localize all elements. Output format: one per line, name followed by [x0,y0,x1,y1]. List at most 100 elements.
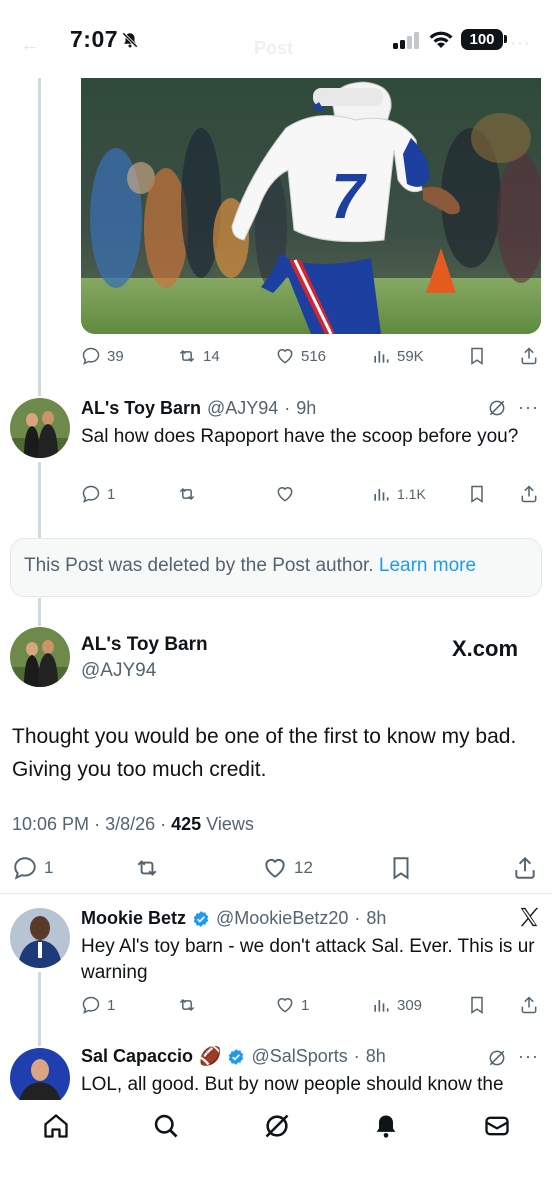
deleted-notice-text: This Post was deleted by the Post author… [24,555,374,576]
reply-count: 39 [107,347,124,365]
like-count: 1 [301,996,310,1014]
thread-line [38,78,41,396]
like-icon [277,487,293,502]
reply1-display-name[interactable]: AL's Toy Barn [81,398,201,419]
repost-count: 14 [203,347,220,365]
verified-icon [193,910,209,927]
reply-icon [82,485,100,503]
thread-line [38,972,41,1046]
bottom-nav [0,1100,552,1200]
bookmark-button[interactable] [388,853,414,883]
main-post-meta: 10:06 PM · 3/8/26 · 425 Views [12,814,254,835]
thread-line [38,462,41,540]
bell-off-icon [122,32,138,48]
messages-icon[interactable] [483,1112,511,1140]
share-button[interactable] [519,481,539,507]
battery-icon: 100 [461,29,503,50]
views-icon [374,1000,389,1012]
more-icon[interactable]: ··· [518,397,539,418]
repost-button[interactable] [177,481,197,507]
divider [0,893,552,894]
reply2-display-name[interactable]: Mookie Betz [81,908,186,929]
notifications-icon[interactable] [372,1112,400,1140]
bookmark-button[interactable] [467,343,487,369]
reply-count: 1 [107,485,116,503]
post-photo-football-player[interactable]: 7 [81,78,541,334]
views-button[interactable]: 309 [371,992,422,1018]
like-button[interactable]: 12 [262,853,313,883]
avatar-als-toy-barn[interactable] [10,398,70,458]
signal-icon [393,32,421,49]
main-post-display-name[interactable]: AL's Toy Barn [81,634,208,656]
search-icon[interactable] [152,1112,180,1140]
grok-nav-icon[interactable] [263,1112,291,1140]
reply-icon [14,857,36,880]
reply1-handle[interactable]: @AJY94 [207,398,278,419]
avatar-mookie-betz[interactable] [10,908,70,968]
like-button[interactable]: 516 [275,343,326,369]
share-button[interactable] [512,853,538,883]
main-post-handle[interactable]: @AJY94 [81,660,156,682]
status-time: 7:07 [70,26,119,52]
back-arrow-icon[interactable]: ← [20,34,40,57]
share-icon [521,347,537,365]
thread-line [38,598,41,626]
repost-button[interactable]: 14 [177,343,220,369]
share-icon [521,996,537,1014]
views-button[interactable]: 59K [371,343,424,369]
reply-button[interactable]: 1 [81,992,115,1018]
like-button[interactable]: 1 [275,992,309,1018]
reply-button[interactable]: 1 [12,853,53,883]
faint-more-icon[interactable]: ··· [510,32,530,55]
deleted-post-notice: This Post was deleted by the Post author… [10,538,542,597]
repost-button[interactable] [177,992,197,1018]
avatar-als-toy-barn[interactable] [10,627,70,687]
share-icon [515,856,535,879]
reply-count: 1 [107,996,116,1014]
grok-icon[interactable] [487,1048,507,1068]
reply1-time: 9h [296,398,317,418]
reply-button[interactable]: 39 [81,343,124,369]
repost-icon [179,349,195,363]
status-bar: ← 7:07 Post 100 ··· [0,0,552,78]
bookmark-button[interactable] [467,992,487,1018]
separator-dot: · [354,908,361,928]
reply3-display-name[interactable]: Sal Capaccio [81,1046,193,1067]
reply1-header: AL's Toy Barn @AJY94 · 9h [81,398,316,419]
main-post-action-bar: 1 12 [12,853,540,883]
views-icon [374,489,389,501]
like-button[interactable] [275,481,295,507]
x-logo-icon [520,907,539,927]
reply2-handle[interactable]: @MookieBetz20 [216,908,348,929]
separator-dot: · [160,814,172,834]
bookmark-button[interactable] [467,481,487,507]
avatar-sal-capaccio[interactable] [10,1048,70,1108]
bookmark-icon [393,857,409,880]
reply-button[interactable]: 1 [81,481,115,507]
reply-icon [82,347,100,365]
reply1-action-bar: 1 1.1K [81,481,541,507]
reply3-handle[interactable]: @SalSports [251,1046,347,1067]
reply2-action-bar: 1 1 309 [81,992,541,1018]
views-count: 1.1K [397,486,426,502]
grok-icon[interactable] [487,398,507,418]
home-icon[interactable] [42,1112,70,1140]
views-button[interactable]: 1.1K [371,481,426,507]
learn-more-link[interactable]: Learn more [379,555,476,576]
views-count: 309 [397,996,423,1014]
bookmark-icon [471,485,483,503]
repost-button[interactable] [134,853,160,883]
more-icon[interactable]: ··· [518,1046,539,1067]
share-button[interactable] [519,992,539,1018]
share-button[interactable] [519,343,539,369]
reply3-time: 8h [365,1046,386,1066]
reply-icon [82,996,100,1014]
x-com-watermark: X.com [452,636,519,661]
like-icon [277,349,293,364]
reply3-header: Sal Capaccio 🏈 @SalSports · 8h [81,1046,386,1067]
separator-dot: · [284,398,291,418]
like-count: 12 [294,858,313,877]
views-icon [374,351,389,363]
reply2-text: Hey Al's toy barn - we don't attack Sal.… [81,936,535,983]
repost-icon [137,860,157,876]
